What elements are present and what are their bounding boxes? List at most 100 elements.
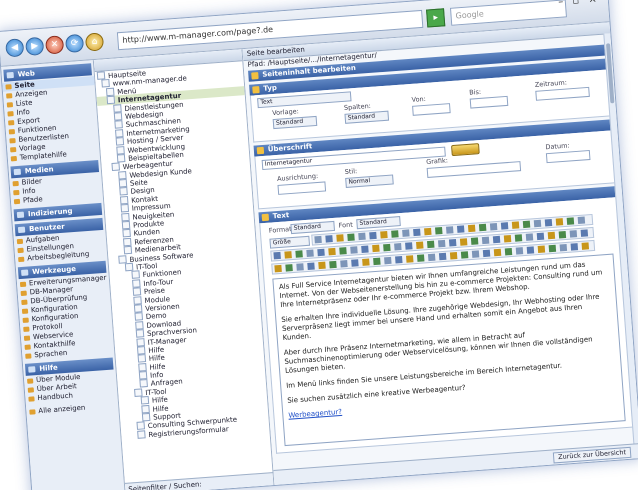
toolbar-button-icon[interactable] bbox=[460, 251, 469, 259]
toolbar-button-icon[interactable] bbox=[284, 251, 292, 259]
toolbar-button-icon[interactable] bbox=[526, 246, 535, 254]
toolbar-button-icon[interactable] bbox=[569, 230, 578, 238]
toolbar-button-icon[interactable] bbox=[580, 229, 589, 237]
toolbar-button-icon[interactable] bbox=[456, 225, 465, 233]
toolbar-button-icon[interactable] bbox=[449, 251, 458, 260]
stop-icon[interactable]: ✕ bbox=[44, 35, 65, 55]
format-select[interactable]: Standard bbox=[290, 220, 336, 235]
toolbar-button-icon[interactable] bbox=[577, 216, 586, 225]
toolbar-button-icon[interactable] bbox=[358, 232, 366, 241]
alignment-input[interactable] bbox=[277, 181, 327, 195]
toolbar-button-icon[interactable] bbox=[445, 226, 454, 234]
date-input[interactable] bbox=[545, 149, 591, 164]
toolbar-button-icon[interactable] bbox=[372, 244, 380, 253]
toolbar-button-icon[interactable] bbox=[424, 227, 432, 236]
go-button[interactable]: ▸ bbox=[426, 8, 446, 28]
toolbar-button-icon[interactable] bbox=[351, 259, 359, 267]
toolbar-button-icon[interactable] bbox=[362, 258, 370, 266]
toolbar-button-icon[interactable] bbox=[437, 239, 446, 248]
toolbar-button-icon[interactable] bbox=[402, 229, 410, 237]
toolbar-button-icon[interactable] bbox=[536, 232, 545, 241]
toolbar-button-icon[interactable] bbox=[581, 242, 590, 250]
toolbar-button-icon[interactable] bbox=[350, 246, 358, 254]
toolbar-button-icon[interactable] bbox=[384, 256, 392, 265]
toolbar-button-icon[interactable] bbox=[391, 230, 399, 238]
toolbar-button-icon[interactable] bbox=[481, 236, 490, 245]
toolbar-button-icon[interactable] bbox=[336, 234, 344, 242]
toolbar-button-icon[interactable] bbox=[427, 240, 435, 249]
toolbar-button-icon[interactable] bbox=[314, 235, 322, 244]
template-select[interactable]: Standard bbox=[272, 115, 318, 130]
from-input[interactable] bbox=[412, 103, 451, 116]
period-input[interactable] bbox=[535, 86, 590, 101]
toolbar-button-icon[interactable] bbox=[339, 247, 347, 255]
toolbar-button-icon[interactable] bbox=[317, 248, 325, 257]
font-select[interactable]: Standard bbox=[356, 216, 401, 230]
toolbar-button-icon[interactable] bbox=[325, 235, 333, 243]
toolbar-button-icon[interactable] bbox=[329, 260, 337, 269]
toolbar-button-icon[interactable] bbox=[492, 235, 501, 244]
toolbar-button-icon[interactable] bbox=[383, 243, 391, 252]
scrollbar-thumb[interactable] bbox=[606, 43, 615, 104]
home-icon[interactable]: ⌂ bbox=[84, 32, 105, 52]
toolbar-button-icon[interactable] bbox=[295, 250, 303, 258]
toolbar-button-icon[interactable] bbox=[438, 252, 447, 261]
toolbar-button-icon[interactable] bbox=[416, 241, 424, 249]
toolbar-button-icon[interactable] bbox=[340, 260, 348, 268]
window-controls-icon[interactable]: – ▫ × bbox=[558, 0, 600, 8]
toolbar-button-icon[interactable] bbox=[537, 245, 546, 254]
toolbar-button-icon[interactable] bbox=[448, 239, 457, 247]
toolbar-button-icon[interactable] bbox=[273, 251, 281, 260]
toolbar-button-icon[interactable] bbox=[307, 262, 315, 270]
toolbar-button-icon[interactable] bbox=[559, 243, 568, 252]
heading-style-button[interactable] bbox=[451, 143, 480, 157]
search-field[interactable]: Google bbox=[449, 0, 567, 26]
toolbar-button-icon[interactable] bbox=[413, 228, 421, 237]
toolbar-button-icon[interactable] bbox=[489, 222, 498, 231]
toolbar-button-icon[interactable] bbox=[515, 247, 524, 255]
type-select[interactable]: Text bbox=[257, 91, 352, 109]
toolbar-button-icon[interactable] bbox=[525, 233, 534, 241]
toolbar-button-icon[interactable] bbox=[318, 261, 326, 270]
toolbar-button-icon[interactable] bbox=[296, 263, 304, 271]
toolbar-button-icon[interactable] bbox=[544, 218, 553, 227]
toolbar-button-icon[interactable] bbox=[380, 231, 388, 239]
reload-icon[interactable]: ⟳ bbox=[64, 33, 85, 54]
show-all-link[interactable]: Alle anzeigen bbox=[26, 401, 118, 417]
toolbar-button-icon[interactable] bbox=[558, 230, 567, 239]
toolbar-button-icon[interactable] bbox=[493, 248, 502, 257]
toolbar-button-icon[interactable] bbox=[533, 219, 542, 228]
toolbar-button-icon[interactable] bbox=[467, 224, 476, 233]
back-icon[interactable]: ◀ bbox=[5, 38, 25, 58]
columns-select[interactable]: Standard bbox=[344, 110, 390, 124]
rich-text-editor[interactable]: Als Full Service Internetagentur bieten … bbox=[272, 253, 626, 447]
toolbar-button-icon[interactable] bbox=[570, 243, 579, 251]
toolbar-button-icon[interactable] bbox=[514, 234, 523, 242]
toolbar-button-icon[interactable] bbox=[406, 255, 414, 263]
style-select[interactable]: Normal bbox=[345, 174, 394, 188]
toolbar-button-icon[interactable] bbox=[471, 250, 480, 258]
werbeagentur-link[interactable]: Werbeagentur? bbox=[288, 408, 342, 420]
toolbar-button-icon[interactable] bbox=[395, 256, 403, 264]
toolbar-button-icon[interactable] bbox=[459, 238, 468, 246]
toolbar-button-icon[interactable] bbox=[274, 264, 282, 273]
toolbar-button-icon[interactable] bbox=[394, 243, 402, 251]
toolbar-button-icon[interactable] bbox=[416, 254, 425, 262]
toolbar-button-icon[interactable] bbox=[427, 253, 436, 262]
toolbar-button-icon[interactable] bbox=[328, 247, 336, 256]
toolbar-button-icon[interactable] bbox=[405, 242, 413, 250]
toolbar-button-icon[interactable] bbox=[504, 247, 513, 256]
toolbar-button-icon[interactable] bbox=[566, 217, 575, 225]
toolbar-button-icon[interactable] bbox=[522, 220, 531, 229]
toolbar-button-icon[interactable] bbox=[500, 222, 509, 230]
toolbar-button-icon[interactable] bbox=[369, 231, 377, 240]
toolbar-button-icon[interactable] bbox=[470, 237, 479, 245]
toolbar-button-icon[interactable] bbox=[503, 235, 512, 243]
toolbar-button-icon[interactable] bbox=[373, 257, 381, 266]
toolbar-button-icon[interactable] bbox=[478, 223, 487, 232]
toolbar-button-icon[interactable] bbox=[547, 231, 556, 240]
toolbar-button-icon[interactable] bbox=[361, 245, 369, 253]
forward-icon[interactable]: ▶ bbox=[25, 36, 45, 56]
toolbar-button-icon[interactable] bbox=[482, 249, 491, 258]
toolbar-button-icon[interactable] bbox=[435, 227, 443, 235]
